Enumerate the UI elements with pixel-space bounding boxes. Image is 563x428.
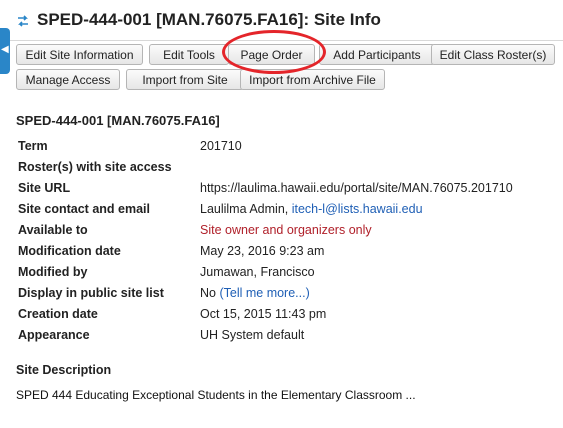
info-label: Available to — [18, 223, 88, 237]
info-label: Modified by — [18, 265, 88, 279]
page-order-button[interactable]: Page Order — [228, 44, 315, 65]
edit-site-information-button[interactable]: Edit Site Information — [16, 44, 143, 65]
info-label: Appearance — [18, 328, 90, 342]
site-section-title: SPED-444-001 [MAN.76075.FA16] — [16, 113, 220, 128]
info-row-available-to: Available to Site owner and organizers o… — [18, 223, 558, 243]
chevron-left-icon: ◀ — [1, 44, 9, 55]
tell-me-more-link[interactable]: (Tell me more...) — [219, 286, 309, 300]
info-label: Roster(s) with site access — [18, 160, 172, 174]
info-value: May 23, 2016 9:23 am — [200, 244, 325, 258]
info-row-rosters: Roster(s) with site access — [18, 160, 558, 180]
site-url-value: https://laulima.hawaii.edu/portal/site/M… — [200, 181, 513, 195]
page-title: SPED-444-001 [MAN.76075.FA16]: Site Info — [37, 10, 381, 29]
site-description-title: Site Description — [16, 363, 112, 377]
info-row-public-site-list: Display in public site list No (Tell me … — [18, 286, 558, 306]
info-row-site-url: Site URL https://laulima.hawaii.edu/port… — [18, 181, 558, 201]
info-label: Display in public site list — [18, 286, 164, 300]
edit-class-rosters-button[interactable]: Edit Class Roster(s) — [431, 44, 555, 65]
info-value: UH System default — [200, 328, 305, 342]
info-value: Oct 15, 2015 11:43 pm — [200, 307, 327, 321]
contact-name: Laulilma Admin, — [200, 202, 289, 216]
contact-email-link[interactable]: itech-l@lists.hawaii.edu — [292, 202, 423, 216]
info-value: Jumawan, Francisco — [200, 265, 315, 279]
add-participants-button[interactable]: Add Participants — [319, 44, 435, 65]
edit-tools-button[interactable]: Edit Tools — [149, 44, 229, 65]
info-label: Creation date — [18, 307, 98, 321]
info-label: Modification date — [18, 244, 121, 258]
info-value: 201710 — [200, 139, 242, 153]
info-label: Term — [18, 139, 48, 153]
info-value: Laulilma Admin, itech-l@lists.hawaii.edu — [200, 202, 423, 216]
info-value: No (Tell me more...) — [200, 286, 310, 300]
info-row-site-contact: Site contact and email Laulilma Admin, i… — [18, 202, 558, 222]
info-label: Site URL — [18, 181, 71, 195]
info-row-appearance: Appearance UH System default — [18, 328, 558, 348]
public-list-value: No — [200, 286, 216, 300]
swap-arrows-icon[interactable] — [16, 14, 30, 28]
import-from-site-button[interactable]: Import from Site — [126, 69, 244, 90]
manage-access-button[interactable]: Manage Access — [16, 69, 120, 90]
page-header: SPED-444-001 [MAN.76075.FA16]: Site Info — [0, 0, 563, 41]
info-row-modified-by: Modified by Jumawan, Francisco — [18, 265, 558, 285]
info-row-modification-date: Modification date May 23, 2016 9:23 am — [18, 244, 558, 264]
info-row-term: Term 201710 — [18, 139, 558, 159]
import-from-archive-file-button[interactable]: Import from Archive File — [240, 69, 385, 90]
side-tab-toggle[interactable]: ◀ — [0, 28, 10, 74]
available-to-value: Site owner and organizers only — [200, 223, 372, 237]
info-label: Site contact and email — [18, 202, 150, 216]
info-row-creation-date: Creation date Oct 15, 2015 11:43 pm — [18, 307, 558, 327]
site-description-text: SPED 444 Educating Exceptional Students … — [16, 388, 416, 402]
